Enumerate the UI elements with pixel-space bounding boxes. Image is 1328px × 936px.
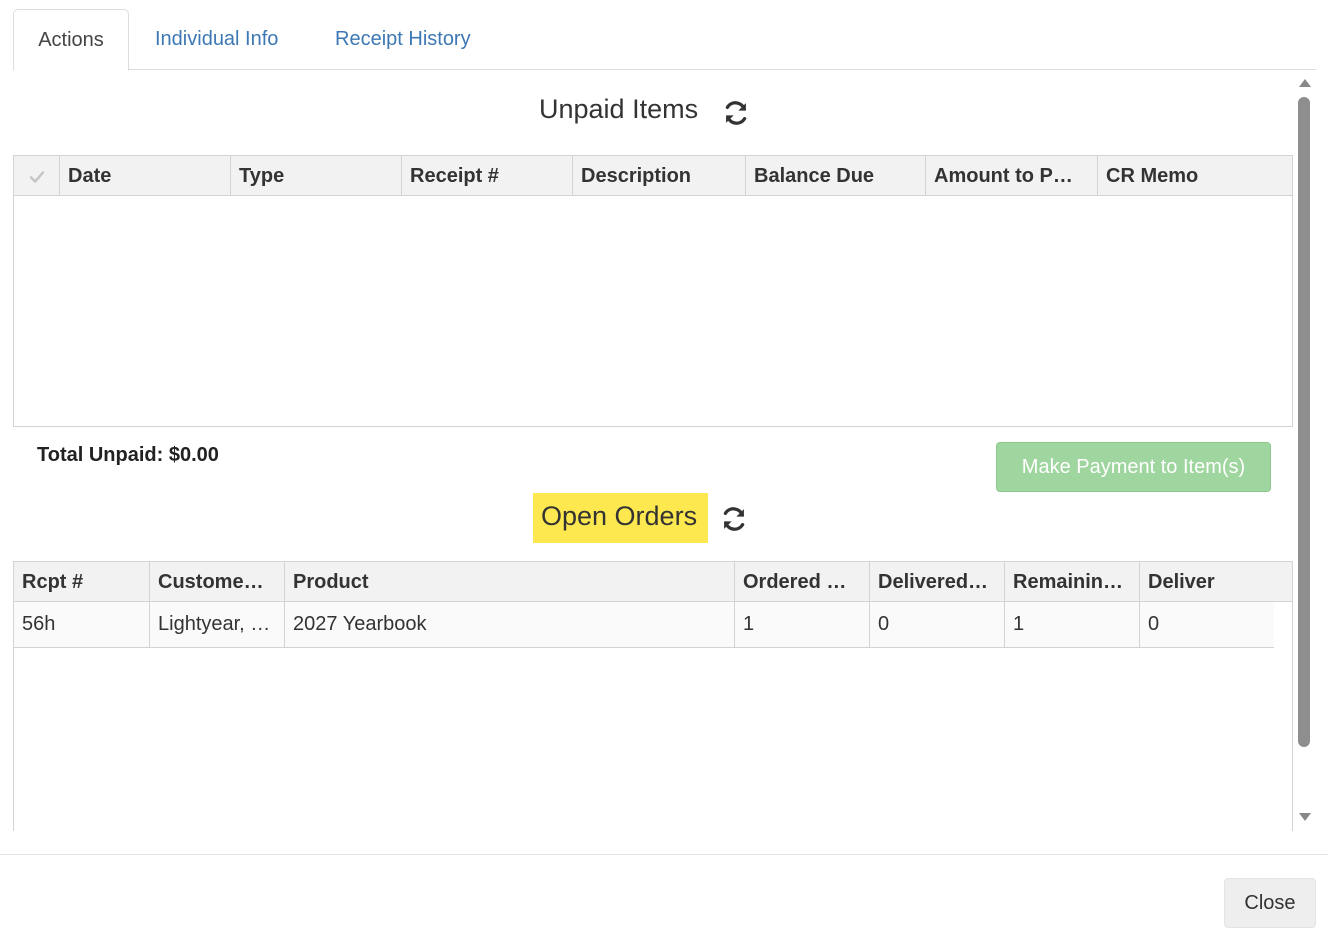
column-header-cr-memo[interactable]: CR Memo xyxy=(1097,156,1292,196)
unpaid-items-grid: Date Type Receipt # Description Balance … xyxy=(13,155,1293,427)
cell-deliver[interactable]: 0 xyxy=(1139,602,1274,647)
scroll-up-arrow-icon[interactable] xyxy=(1299,79,1311,87)
column-header-description[interactable]: Description xyxy=(572,156,745,196)
column-header-remaining[interactable]: Remainin… xyxy=(1004,562,1139,602)
tab-bar: Actions Individual Info Receipt History xyxy=(13,9,1316,71)
column-header-deliver[interactable]: Deliver xyxy=(1139,562,1292,602)
column-header-amount-to-pay[interactable]: Amount to P… xyxy=(925,156,1097,196)
cell-product: 2027 Yearbook xyxy=(284,602,734,647)
cell-delivered: 0 xyxy=(869,602,1004,647)
column-header-delivered[interactable]: Delivered… xyxy=(869,562,1004,602)
column-header-date[interactable]: Date xyxy=(59,156,230,196)
column-header-rcpt[interactable]: Rcpt # xyxy=(14,562,149,602)
unpaid-items-title: Unpaid Items xyxy=(539,94,699,124)
unpaid-items-header: Date Type Receipt # Description Balance … xyxy=(14,156,1292,196)
column-header-ordered[interactable]: Ordered … xyxy=(734,562,869,602)
column-header-balance-due[interactable]: Balance Due xyxy=(745,156,925,196)
tab-receipt-history[interactable]: Receipt History xyxy=(323,9,503,70)
make-payment-button[interactable]: Make Payment to Item(s) xyxy=(996,442,1271,492)
cell-remaining: 1 xyxy=(1004,602,1139,647)
column-header-type[interactable]: Type xyxy=(230,156,401,196)
column-header-product[interactable]: Product xyxy=(284,562,734,602)
refresh-icon[interactable] xyxy=(720,505,748,533)
refresh-icon[interactable] xyxy=(722,99,750,127)
total-unpaid: Total Unpaid: $0.00 xyxy=(37,444,219,466)
cell-rcpt: 56h xyxy=(22,613,56,635)
column-header-customer[interactable]: Custome… xyxy=(149,562,284,602)
select-all-checkbox[interactable] xyxy=(14,156,59,196)
table-row[interactable]: 56h Lightyear, … 2027 Yearbook 1 0 1 0 xyxy=(14,602,1274,648)
cell-customer: Lightyear, … xyxy=(149,602,284,647)
actions-panel: Unpaid Items Date Type Receipt # Descrip… xyxy=(0,71,1296,831)
scroll-down-arrow-icon[interactable] xyxy=(1299,813,1311,821)
open-orders-grid: Rcpt # Custome… Product Ordered … Delive… xyxy=(13,561,1293,831)
open-orders-title: Open Orders xyxy=(541,501,698,531)
modal-footer: Close xyxy=(0,854,1328,936)
tab-individual-info[interactable]: Individual Info xyxy=(143,9,298,70)
scroll-thumb[interactable] xyxy=(1298,97,1310,747)
checkmark-icon xyxy=(29,171,44,183)
open-orders-header: Rcpt # Custome… Product Ordered … Delive… xyxy=(14,562,1292,602)
vertical-scrollbar[interactable] xyxy=(1296,73,1312,829)
close-button[interactable]: Close xyxy=(1224,878,1316,928)
cell-ordered: 1 xyxy=(734,602,869,647)
tab-actions[interactable]: Actions xyxy=(13,9,129,71)
column-header-receipt[interactable]: Receipt # xyxy=(401,156,572,196)
